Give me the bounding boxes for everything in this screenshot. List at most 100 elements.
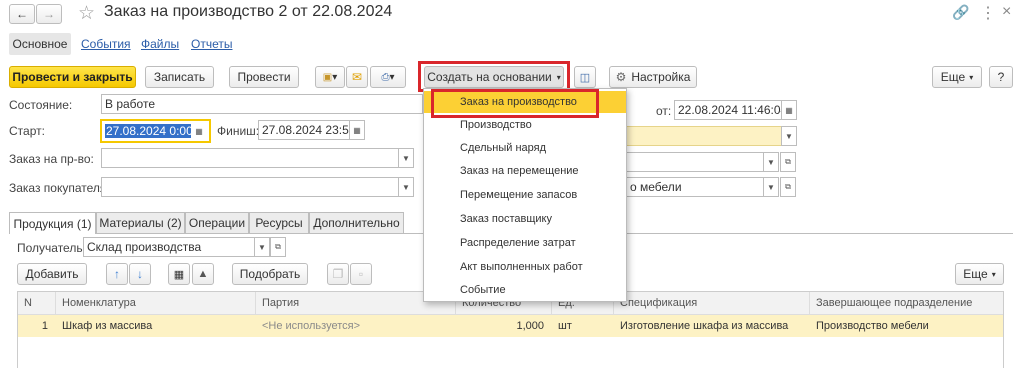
open-icon: ⧉ — [275, 242, 281, 251]
column-header-item[interactable]: Номенклатура — [56, 292, 256, 314]
dropdown-button[interactable]: ▼ — [763, 177, 779, 197]
chevron-down-icon: ▼ — [258, 242, 266, 252]
tab-operations[interactable]: Операции — [185, 212, 249, 233]
barcode-icon: ▦ — [173, 268, 185, 281]
nav-reports[interactable]: Отчеты — [191, 37, 232, 51]
tab-resources[interactable]: Ресурсы — [249, 212, 309, 233]
from-date-field[interactable]: 22.08.2024 11:46:04 — [674, 100, 782, 120]
chevron-down-icon: ▼ — [402, 153, 410, 163]
hidden-yellow-field[interactable] — [626, 126, 782, 146]
cell-n: 1 — [41, 320, 48, 332]
column-header-dept[interactable]: Завершающее подразделение — [810, 292, 1003, 314]
open-icon: ⧉ — [785, 182, 791, 191]
tab-products[interactable]: Продукция (1) — [9, 212, 96, 234]
post-and-close-button[interactable]: Провести и закрыть — [9, 66, 136, 88]
mail-button[interactable]: ✉ — [346, 66, 368, 88]
state-field[interactable]: В работе — [101, 94, 423, 114]
nav-main[interactable]: Основное — [9, 33, 71, 55]
table-more-button[interactable]: Еще ▾ — [955, 263, 1004, 285]
dropdown-button[interactable]: ▼ — [781, 126, 797, 146]
nav-files[interactable]: Файлы — [141, 37, 179, 51]
chevron-down-icon: ▼ — [767, 182, 775, 192]
finish-date-field[interactable]: 27.08.2024 23:59 — [258, 120, 350, 140]
open-button[interactable]: ⧉ — [780, 152, 796, 172]
post-button[interactable]: Провести — [229, 66, 299, 88]
page-title: Заказ на производство 2 от 22.08.2024 — [104, 3, 393, 20]
open-button[interactable]: ⧉ — [780, 177, 796, 197]
chevron-down-icon: ▼ — [785, 131, 793, 141]
close-icon[interactable]: × — [1002, 3, 1011, 21]
column-header-spec[interactable]: Спецификация — [614, 292, 810, 314]
cell-spec: Изготовление шкафа из массива — [620, 320, 789, 332]
menu-item-highlight — [431, 89, 599, 118]
mail-icon: ✉ — [351, 70, 363, 84]
settings-button[interactable]: ⚙ Настройка — [609, 66, 697, 88]
paste-icon: ▫ — [358, 267, 364, 281]
create-based-menu: Заказ на производство Производство Сдель… — [423, 88, 627, 302]
calendar-button[interactable]: ▦ — [191, 121, 207, 141]
arrow-left-icon: ← — [16, 7, 28, 21]
customer-order-label: Заказ покупателя: — [9, 181, 110, 195]
column-header-n[interactable]: N — [18, 292, 56, 314]
link-icon[interactable]: 🔗 — [952, 4, 969, 21]
menu-item-work-act[interactable]: Акт выполненных работ — [424, 256, 626, 278]
cell-item: Шкаф из массива — [62, 320, 153, 332]
tab-materials[interactable]: Материалы (2) — [96, 212, 185, 233]
tab-additional[interactable]: Дополнительно — [309, 212, 404, 233]
print-icon: ⎙ — [381, 71, 390, 83]
more-vert-icon[interactable]: ⋮ — [980, 3, 996, 23]
open-icon: ⧉ — [785, 157, 791, 166]
copy-button[interactable]: ❐ — [327, 263, 349, 285]
paste-button[interactable]: ▫ — [350, 263, 372, 285]
customer-order-field[interactable] — [101, 177, 399, 197]
dropdown-button[interactable]: ▼ — [763, 152, 779, 172]
dropdown-button[interactable]: ▼ — [398, 148, 414, 168]
menu-item-stock-transfer[interactable]: Перемещение запасов — [424, 184, 626, 206]
chevron-down-icon: ▾ — [556, 72, 561, 82]
nav-events[interactable]: События — [81, 37, 131, 51]
production-order-field[interactable] — [101, 148, 399, 168]
chevron-down-icon: ▼ — [767, 157, 775, 167]
cell-qty: 1,000 — [516, 320, 544, 332]
chevron-down-icon: ▾ — [332, 71, 338, 83]
pick-button[interactable]: Подобрать — [232, 263, 308, 285]
help-button[interactable]: ? — [989, 66, 1013, 88]
cell-batch: <Не используется> — [262, 320, 361, 332]
scanner-button[interactable]: ▲ — [192, 263, 214, 285]
forward-button[interactable]: → — [36, 4, 62, 24]
hierarchy-icon: ◫ — [579, 71, 591, 84]
chevron-down-icon: ▾ — [969, 72, 974, 82]
save-button[interactable]: Записать — [145, 66, 214, 88]
recipient-field[interactable]: Склад производства — [83, 237, 255, 257]
move-up-button[interactable]: ↑ — [106, 263, 128, 285]
dropdown-button[interactable]: ▼ — [254, 237, 270, 257]
menu-item-supplier-order[interactable]: Заказ поставщику — [424, 208, 626, 230]
add-button[interactable]: Добавить — [17, 263, 87, 285]
star-icon[interactable]: ☆ — [78, 2, 95, 25]
menu-item-transfer-order[interactable]: Заказ на перемещение — [424, 160, 626, 182]
chevron-down-icon: ▾ — [389, 71, 395, 83]
chevron-down-icon: ▼ — [402, 182, 410, 192]
back-button[interactable]: ← — [9, 4, 35, 24]
move-down-button[interactable]: ↓ — [129, 263, 151, 285]
open-button[interactable]: ⧉ — [270, 237, 286, 257]
barcode-button[interactable]: ▦ — [168, 263, 190, 285]
calendar-button[interactable]: ▦ — [349, 120, 365, 140]
order-right-field[interactable] — [626, 152, 764, 172]
menu-item-cost-allocation[interactable]: Распределение затрат — [424, 232, 626, 254]
dropdown-button[interactable]: ▼ — [398, 177, 414, 197]
calendar-icon: ▦ — [195, 126, 203, 136]
menu-item-piecework-order[interactable]: Сдельный наряд — [424, 137, 626, 159]
structure-button[interactable]: ◫ — [574, 66, 596, 88]
create-based-button[interactable]: Создать на основании ▾ — [424, 66, 564, 88]
calendar-icon: ▦ — [353, 125, 361, 135]
print-button[interactable]: ⎙ ▾ — [370, 66, 406, 88]
more-button[interactable]: Еще ▾ — [932, 66, 982, 88]
menu-item-event[interactable]: Событие — [424, 279, 626, 301]
copy-icon: ❐ — [332, 267, 344, 281]
calendar-button[interactable]: ▦ — [781, 100, 797, 120]
production-order-label: Заказ на пр-во: — [9, 152, 94, 166]
start-date-field[interactable]: 27.08.2024 0:00 — [102, 121, 192, 141]
department-field[interactable]: о мебели — [626, 177, 764, 197]
document-dropdown-button[interactable]: ▣ ▾ — [315, 66, 345, 88]
